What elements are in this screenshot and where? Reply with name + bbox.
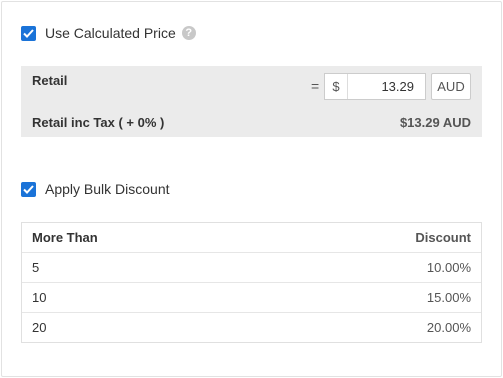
- more-than-cell: 5: [32, 260, 40, 275]
- discount-cell: 10.00%: [426, 260, 471, 275]
- more-than-cell: 20: [32, 320, 47, 335]
- table-header-row: More Than Discount: [22, 223, 481, 252]
- apply-bulk-discount-row[interactable]: Apply Bulk Discount: [21, 180, 170, 198]
- more-than-cell: 10: [32, 290, 47, 305]
- use-calculated-price-checkbox[interactable]: [21, 25, 36, 41]
- header-discount: Discount: [415, 230, 471, 245]
- retail-price-value[interactable]: 13.29: [348, 79, 425, 94]
- retail-price-box: Retail = $ 13.29 AUD Retail inc Tax ( + …: [21, 66, 482, 137]
- table-row[interactable]: 5 10.00%: [22, 252, 481, 282]
- currency-symbol: $: [325, 74, 348, 99]
- question-mark-icon[interactable]: ?: [181, 26, 196, 40]
- header-more-than: More Than: [32, 230, 98, 245]
- equals-sign: =: [311, 78, 320, 94]
- checkmark-icon: [23, 28, 34, 38]
- currency-button[interactable]: AUD: [431, 73, 471, 100]
- retail-label: Retail: [32, 73, 68, 88]
- table-row[interactable]: 20 20.00%: [22, 312, 481, 342]
- use-calculated-price-row[interactable]: Use Calculated Price ?: [21, 24, 196, 42]
- apply-bulk-discount-checkbox[interactable]: [21, 181, 36, 197]
- discount-cell: 15.00%: [426, 290, 471, 305]
- retail-inc-tax-value: $13.29 AUD: [399, 115, 471, 130]
- discount-cell: 20.00%: [426, 320, 471, 335]
- table-row[interactable]: 10 15.00%: [22, 282, 481, 312]
- apply-bulk-discount-label[interactable]: Apply Bulk Discount: [45, 181, 170, 197]
- use-calculated-price-label[interactable]: Use Calculated Price: [45, 25, 176, 41]
- bulk-discount-table: More Than Discount 5 10.00% 10 15.00% 20…: [21, 222, 482, 343]
- checkmark-icon: [23, 184, 34, 194]
- retail-inc-tax-label: Retail inc Tax ( + 0% ): [32, 115, 165, 130]
- retail-price-input[interactable]: $ 13.29: [324, 73, 426, 100]
